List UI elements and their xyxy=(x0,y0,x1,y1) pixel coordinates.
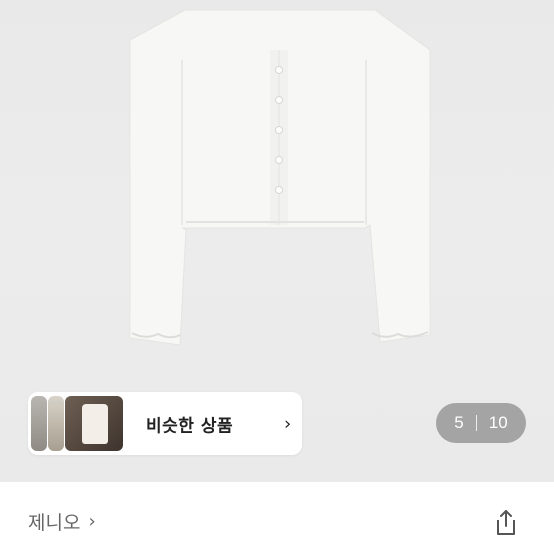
counter-divider xyxy=(475,415,477,431)
share-button[interactable] xyxy=(490,506,522,538)
similar-products-label: 비슷한 상품 xyxy=(146,416,234,436)
similar-thumbnail xyxy=(48,396,64,451)
total-pages: 10 xyxy=(488,413,508,432)
share-icon xyxy=(497,510,515,535)
seller-link[interactable]: 제니오 › xyxy=(28,508,96,535)
seller-row: 제니오 › xyxy=(0,482,554,554)
similar-products-card[interactable]: 비슷한 상품 › xyxy=(28,392,302,455)
current-page: 5 xyxy=(454,413,464,432)
similar-thumbnail xyxy=(31,396,47,451)
product-image[interactable]: 비슷한 상품 › 5 10 xyxy=(0,0,554,482)
similar-thumbnails xyxy=(28,392,128,455)
chevron-right-icon: › xyxy=(88,511,96,532)
image-page-counter: 5 10 xyxy=(436,403,526,443)
chevron-right-icon: › xyxy=(284,413,292,434)
seller-name: 제니오 xyxy=(28,512,81,534)
similar-thumbnail xyxy=(65,396,123,451)
